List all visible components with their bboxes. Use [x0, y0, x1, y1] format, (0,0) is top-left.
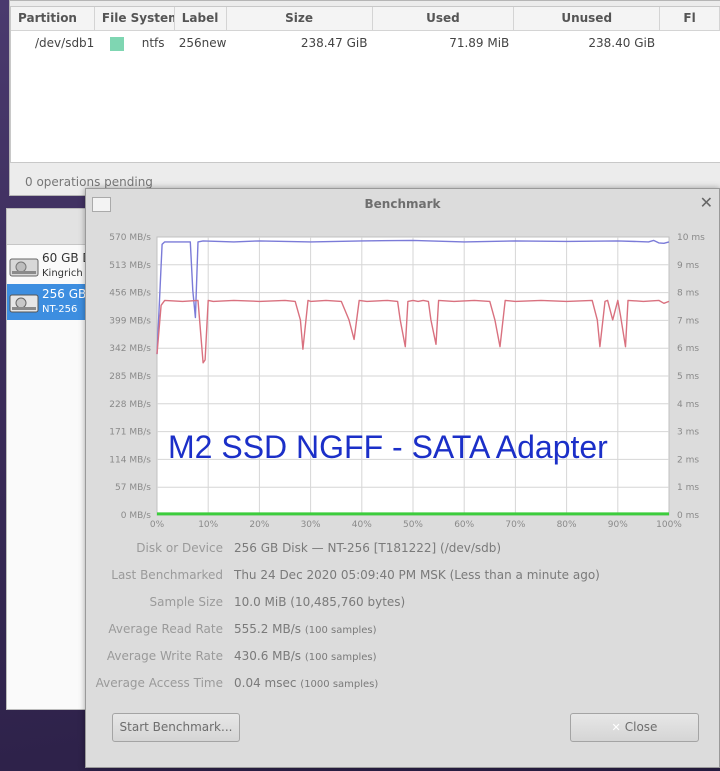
column-header-flags[interactable]: Fl — [660, 7, 720, 30]
y-left-tick-label: 228 MB/s — [109, 400, 151, 410]
overlay-caption: M2 SSD NGFF - SATA Adapter — [168, 429, 608, 465]
info-value: 10.0 MiB (10,485,760 bytes) — [234, 595, 406, 609]
info-key: Sample Size — [149, 595, 223, 609]
info-row-access-time: Average Access Time 0.04 msec (1000 samp… — [86, 676, 719, 696]
x-tick-label: 10% — [198, 520, 218, 529]
column-header-partition[interactable]: Partition — [11, 7, 95, 30]
close-button[interactable]: ✕ Close — [570, 713, 699, 742]
info-value: 0.04 msec (1000 samples) — [234, 676, 378, 690]
info-key: Average Access Time — [95, 676, 223, 690]
y-right-tick-label: 2 ms — [677, 455, 699, 465]
benchmark-dialog: Benchmark ✕ 0% 10% 20% 30% 40% 50% 60% 70% 80% 90… — [85, 188, 720, 768]
info-value: 430.6 MB/s (100 samples) — [234, 649, 377, 663]
start-benchmark-button[interactable]: Start Benchmark... — [112, 713, 240, 742]
access-time-samples: (1000 samples) — [300, 679, 379, 690]
y-right-tick-label: 6 ms — [677, 344, 699, 354]
x-tick-label: 100% — [656, 520, 682, 529]
x-tick-label: 70% — [505, 520, 525, 529]
size-cell: 238.47 GiB — [300, 36, 368, 50]
y-right-tick-label: 4 ms — [677, 400, 699, 410]
dialog-titlebar: Benchmark ✕ — [86, 189, 719, 219]
y-left-tick-label: 342 MB/s — [109, 344, 151, 354]
y-right-tick-label: 8 ms — [677, 289, 699, 299]
partition-cell: /dev/sdb1 — [35, 36, 95, 50]
x-tick-label: 50% — [403, 520, 423, 529]
table-row[interactable]: /dev/sdb1 ntfs 256new 238.47 GiB 71.89 M… — [11, 31, 720, 55]
column-header-label[interactable]: Label — [175, 7, 227, 30]
column-header-unused[interactable]: Unused — [514, 7, 661, 30]
label-cell: 256new — [178, 36, 227, 50]
partition-table: Partition File System Label Size Used Un… — [10, 6, 720, 163]
y-left-tick-label: 513 MB/s — [109, 261, 151, 271]
info-key: Average Read Rate — [108, 622, 223, 636]
info-value: 256 GB Disk — NT-256 [T181222] (/dev/sdb… — [234, 541, 502, 555]
device-item-60gb[interactable]: 60 GB D Kingrich — [7, 248, 97, 284]
dialog-title: Benchmark — [364, 197, 441, 211]
table-header: Partition File System Label Size Used Un… — [11, 7, 720, 31]
x-tick-label: 20% — [249, 520, 269, 529]
close-icon: ✕ — [611, 721, 621, 734]
benchmark-chart-svg: 0% 10% 20% 30% 40% 50% 60% 70% 80% 90% 100% 0 MB/s 5… — [109, 233, 705, 529]
x-tick-label: 30% — [301, 520, 321, 529]
x-tick-label: 40% — [352, 520, 372, 529]
write-rate-samples: (100 samples) — [304, 652, 377, 663]
info-row-last-benchmarked: Last Benchmarked Thu 24 Dec 2020 05:09:4… — [86, 568, 719, 588]
hard-disk-icon — [9, 258, 39, 277]
y-right-tick-label: 3 ms — [677, 428, 699, 438]
used-cell: 71.89 MiB — [449, 36, 510, 50]
y-right-tick-label: 1 ms — [677, 483, 699, 493]
info-value: 555.2 MB/s (100 samples) — [234, 622, 377, 636]
close-button-label: Close — [624, 720, 658, 734]
y-left-tick-label: 456 MB/s — [109, 289, 151, 299]
y-right-tick-label: 10 ms — [677, 233, 705, 243]
x-tick-label: 60% — [454, 520, 474, 529]
column-header-size[interactable]: Size — [227, 7, 373, 30]
info-row-sample-size: Sample Size 10.0 MiB (10,485,760 bytes) — [86, 595, 719, 615]
disks-titlebar — [7, 209, 95, 245]
read-rate-value: 555.2 MB/s — [234, 622, 302, 636]
filesystem-name: ntfs — [141, 36, 165, 50]
device-item-256gb[interactable]: 256 GB NT-256 — [7, 284, 97, 320]
y-right-tick-label: 0 ms — [677, 511, 699, 521]
device-name: 256 GB — [42, 287, 87, 301]
y-right-tick-label: 5 ms — [677, 372, 699, 382]
column-header-filesystem[interactable]: File System — [95, 7, 175, 30]
benchmark-chart: 0% 10% 20% 30% 40% 50% 60% 70% 80% 90% 100% 0 MB/s 5… — [86, 219, 720, 529]
unused-cell: 238.40 GiB — [588, 36, 656, 50]
info-value: Thu 24 Dec 2020 05:09:40 PM MSK (Less th… — [234, 568, 600, 582]
info-key: Disk or Device — [136, 541, 223, 555]
info-row-read-rate: Average Read Rate 555.2 MB/s (100 sample… — [86, 622, 719, 642]
gparted-window: Partition File System Label Size Used Un… — [9, 0, 720, 196]
operations-status: 0 operations pending — [25, 175, 153, 189]
info-row-write-rate: Average Write Rate 430.6 MB/s (100 sampl… — [86, 649, 719, 669]
y-right-tick-label: 7 ms — [677, 316, 699, 326]
x-tick-label: 80% — [557, 520, 577, 529]
y-left-tick-label: 570 MB/s — [109, 233, 151, 243]
y-right-tick-label: 9 ms — [677, 261, 699, 271]
write-rate-value: 430.6 MB/s — [234, 649, 302, 663]
disks-sidebar: 60 GB D Kingrich 256 GB NT-256 — [6, 208, 97, 710]
info-key: Average Write Rate — [106, 649, 223, 663]
flags-cell — [660, 31, 720, 55]
info-key: Last Benchmarked — [111, 568, 223, 582]
filesystem-cell: ntfs — [95, 31, 175, 55]
y-left-tick-label: 399 MB/s — [109, 316, 151, 326]
info-row-device: Disk or Device 256 GB Disk — NT-256 [T18… — [86, 541, 719, 561]
y-left-tick-label: 114 MB/s — [109, 455, 151, 465]
y-left-tick-label: 0 MB/s — [121, 511, 152, 521]
y-left-tick-label: 171 MB/s — [109, 428, 151, 438]
device-model: NT-256 — [42, 304, 78, 315]
read-rate-samples: (100 samples) — [304, 625, 377, 636]
column-header-used[interactable]: Used — [373, 7, 515, 30]
close-icon[interactable]: ✕ — [700, 193, 713, 212]
y-left-tick-label: 57 MB/s — [115, 483, 151, 493]
x-tick-label: 0% — [150, 520, 165, 529]
filesystem-color-swatch — [109, 36, 124, 51]
device-model: Kingrich — [42, 268, 83, 279]
access-time-value: 0.04 msec — [234, 676, 297, 690]
y-left-tick-label: 285 MB/s — [109, 372, 151, 382]
x-tick-label: 90% — [608, 520, 628, 529]
hard-disk-icon — [9, 294, 39, 313]
